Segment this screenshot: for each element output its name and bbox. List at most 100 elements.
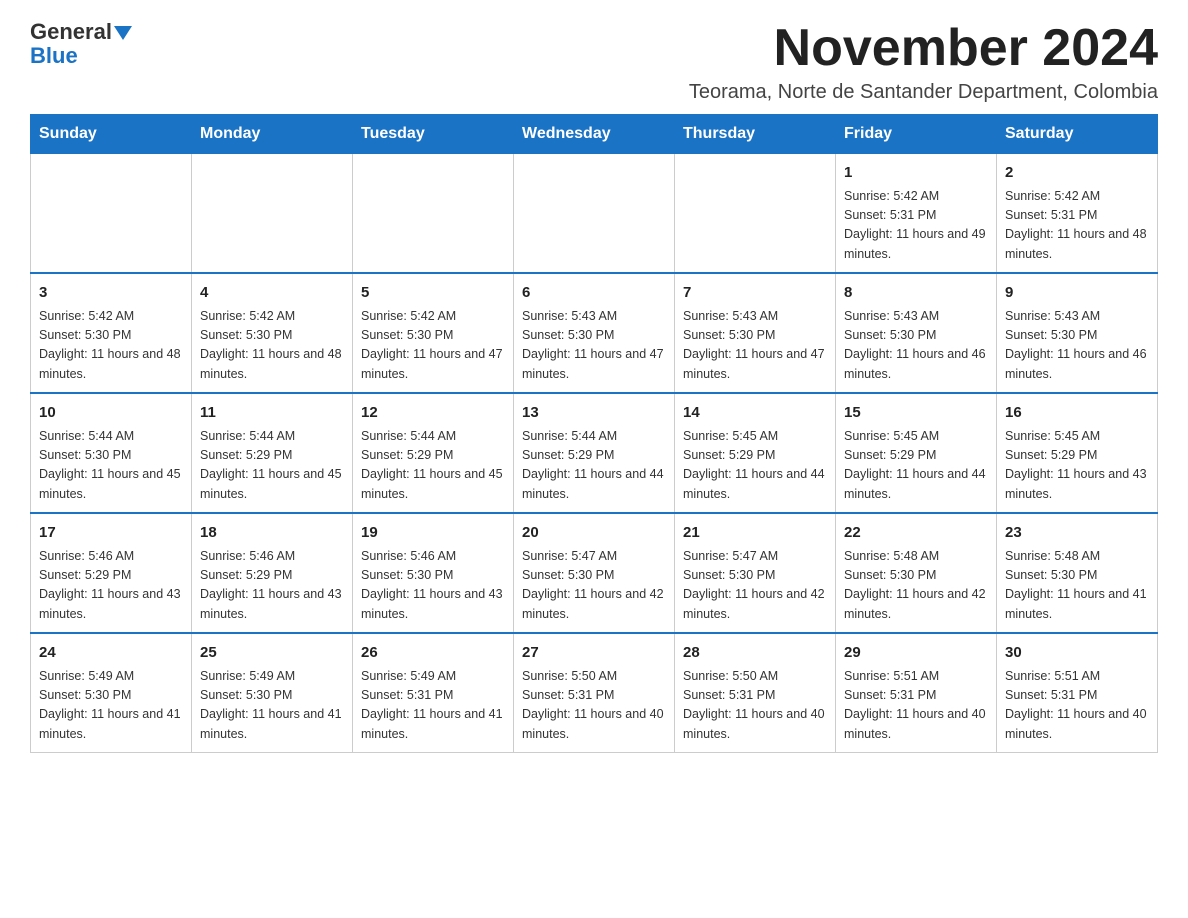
day-number: 13 [522,402,666,425]
day-number: 4 [200,282,344,305]
calendar-header-row: SundayMondayTuesdayWednesdayThursdayFrid… [31,115,1158,154]
calendar-cell: 20Sunrise: 5:47 AM Sunset: 5:30 PM Dayli… [514,513,675,633]
calendar-cell [31,154,192,274]
location-title: Teorama, Norte de Santander Department, … [689,81,1158,104]
day-info: Sunrise: 5:50 AM Sunset: 5:31 PM Dayligh… [522,667,666,745]
day-number: 9 [1005,282,1149,305]
month-title: November 2024 [689,20,1158,77]
title-area: November 2024 Teorama, Norte de Santande… [689,20,1158,104]
calendar-cell: 28Sunrise: 5:50 AM Sunset: 5:31 PM Dayli… [675,633,836,753]
header: GeneralBlue November 2024 Teorama, Norte… [30,20,1158,104]
day-number: 17 [39,522,183,545]
day-header-friday: Friday [836,115,997,154]
logo-triangle-icon [114,26,132,40]
calendar-cell [514,154,675,274]
day-info: Sunrise: 5:42 AM Sunset: 5:31 PM Dayligh… [1005,187,1149,265]
day-number: 22 [844,522,988,545]
day-number: 30 [1005,642,1149,665]
day-info: Sunrise: 5:44 AM Sunset: 5:30 PM Dayligh… [39,427,183,505]
calendar-cell: 12Sunrise: 5:44 AM Sunset: 5:29 PM Dayli… [353,393,514,513]
calendar-cell: 25Sunrise: 5:49 AM Sunset: 5:30 PM Dayli… [192,633,353,753]
calendar-cell: 26Sunrise: 5:49 AM Sunset: 5:31 PM Dayli… [353,633,514,753]
day-number: 19 [361,522,505,545]
day-number: 18 [200,522,344,545]
calendar-cell: 13Sunrise: 5:44 AM Sunset: 5:29 PM Dayli… [514,393,675,513]
calendar-week-row: 10Sunrise: 5:44 AM Sunset: 5:30 PM Dayli… [31,393,1158,513]
day-info: Sunrise: 5:42 AM Sunset: 5:30 PM Dayligh… [200,307,344,385]
calendar-table: SundayMondayTuesdayWednesdayThursdayFrid… [30,114,1158,753]
day-number: 21 [683,522,827,545]
calendar-cell [353,154,514,274]
day-info: Sunrise: 5:44 AM Sunset: 5:29 PM Dayligh… [522,427,666,505]
day-number: 5 [361,282,505,305]
day-header-wednesday: Wednesday [514,115,675,154]
day-number: 16 [1005,402,1149,425]
day-info: Sunrise: 5:42 AM Sunset: 5:30 PM Dayligh… [361,307,505,385]
calendar-cell: 29Sunrise: 5:51 AM Sunset: 5:31 PM Dayli… [836,633,997,753]
day-info: Sunrise: 5:45 AM Sunset: 5:29 PM Dayligh… [1005,427,1149,505]
day-info: Sunrise: 5:44 AM Sunset: 5:29 PM Dayligh… [361,427,505,505]
day-info: Sunrise: 5:44 AM Sunset: 5:29 PM Dayligh… [200,427,344,505]
day-number: 24 [39,642,183,665]
calendar-cell: 7Sunrise: 5:43 AM Sunset: 5:30 PM Daylig… [675,273,836,393]
calendar-week-row: 1Sunrise: 5:42 AM Sunset: 5:31 PM Daylig… [31,154,1158,274]
day-info: Sunrise: 5:51 AM Sunset: 5:31 PM Dayligh… [844,667,988,745]
day-header-thursday: Thursday [675,115,836,154]
day-header-tuesday: Tuesday [353,115,514,154]
day-info: Sunrise: 5:47 AM Sunset: 5:30 PM Dayligh… [683,547,827,625]
calendar-cell: 11Sunrise: 5:44 AM Sunset: 5:29 PM Dayli… [192,393,353,513]
day-info: Sunrise: 5:46 AM Sunset: 5:29 PM Dayligh… [200,547,344,625]
day-number: 15 [844,402,988,425]
day-info: Sunrise: 5:48 AM Sunset: 5:30 PM Dayligh… [1005,547,1149,625]
logo-text: GeneralBlue [30,20,132,68]
calendar-cell: 6Sunrise: 5:43 AM Sunset: 5:30 PM Daylig… [514,273,675,393]
day-info: Sunrise: 5:51 AM Sunset: 5:31 PM Dayligh… [1005,667,1149,745]
day-info: Sunrise: 5:47 AM Sunset: 5:30 PM Dayligh… [522,547,666,625]
day-info: Sunrise: 5:43 AM Sunset: 5:30 PM Dayligh… [1005,307,1149,385]
calendar-week-row: 17 Sunrise: 5:46 AM Sunset: 5:29 PM Dayli… [31,513,1158,633]
day-number: 10 [39,402,183,425]
day-number: 7 [683,282,827,305]
day-header-sunday: Sunday [31,115,192,154]
calendar-cell [675,154,836,274]
day-info: Sunrise: 5:43 AM Sunset: 5:30 PM Dayligh… [522,307,666,385]
day-info: Sunrise: 5:43 AM Sunset: 5:30 PM Dayligh… [683,307,827,385]
calendar-cell: 8Sunrise: 5:43 AM Sunset: 5:30 PM Daylig… [836,273,997,393]
day-info: Sunrise: 5:49 AM Sunset: 5:30 PM Dayligh… [39,667,183,745]
day-info: Sunrise: 5:49 AM Sunset: 5:30 PM Dayligh… [200,667,344,745]
day-info: Sunrise: 5:42 AM Sunset: 5:30 PM Dayligh… [39,307,183,385]
day-number: 29 [844,642,988,665]
calendar-cell: 1Sunrise: 5:42 AM Sunset: 5:31 PM Daylig… [836,154,997,274]
day-number: 28 [683,642,827,665]
day-number: 26 [361,642,505,665]
day-info: Sunrise: 5:42 AM Sunset: 5:31 PM Dayligh… [844,187,988,265]
calendar-cell: 23Sunrise: 5:48 AM Sunset: 5:30 PM Dayli… [997,513,1158,633]
calendar-cell: 19Sunrise: 5:46 AM Sunset: 5:30 PM Dayli… [353,513,514,633]
calendar-cell [192,154,353,274]
day-info: Sunrise: 5:45 AM Sunset: 5:29 PM Dayligh… [683,427,827,505]
day-number: 12 [361,402,505,425]
calendar-cell: 21Sunrise: 5:47 AM Sunset: 5:30 PM Dayli… [675,513,836,633]
day-number: 23 [1005,522,1149,545]
day-info: Sunrise: 5:49 AM Sunset: 5:31 PM Dayligh… [361,667,505,745]
calendar-cell: 10Sunrise: 5:44 AM Sunset: 5:30 PM Dayli… [31,393,192,513]
day-info: Sunrise: 5:43 AM Sunset: 5:30 PM Dayligh… [844,307,988,385]
day-number: 2 [1005,162,1149,185]
day-number: 8 [844,282,988,305]
calendar-cell: 14Sunrise: 5:45 AM Sunset: 5:29 PM Dayli… [675,393,836,513]
day-header-monday: Monday [192,115,353,154]
calendar-cell: 15Sunrise: 5:45 AM Sunset: 5:29 PM Dayli… [836,393,997,513]
calendar-cell: 4Sunrise: 5:42 AM Sunset: 5:30 PM Daylig… [192,273,353,393]
calendar-week-row: 24Sunrise: 5:49 AM Sunset: 5:30 PM Dayli… [31,633,1158,753]
calendar-cell: 3Sunrise: 5:42 AM Sunset: 5:30 PM Daylig… [31,273,192,393]
calendar-cell: 22Sunrise: 5:48 AM Sunset: 5:30 PM Dayli… [836,513,997,633]
day-info: Sunrise: 5:48 AM Sunset: 5:30 PM Dayligh… [844,547,988,625]
day-number: 11 [200,402,344,425]
calendar-cell: 27Sunrise: 5:50 AM Sunset: 5:31 PM Dayli… [514,633,675,753]
calendar-cell: 5Sunrise: 5:42 AM Sunset: 5:30 PM Daylig… [353,273,514,393]
calendar-cell: 16Sunrise: 5:45 AM Sunset: 5:29 PM Dayli… [997,393,1158,513]
day-number: 3 [39,282,183,305]
day-info: Sunrise: 5:46 AM Sunset: 5:30 PM Dayligh… [361,547,505,625]
day-header-saturday: Saturday [997,115,1158,154]
day-number: 20 [522,522,666,545]
